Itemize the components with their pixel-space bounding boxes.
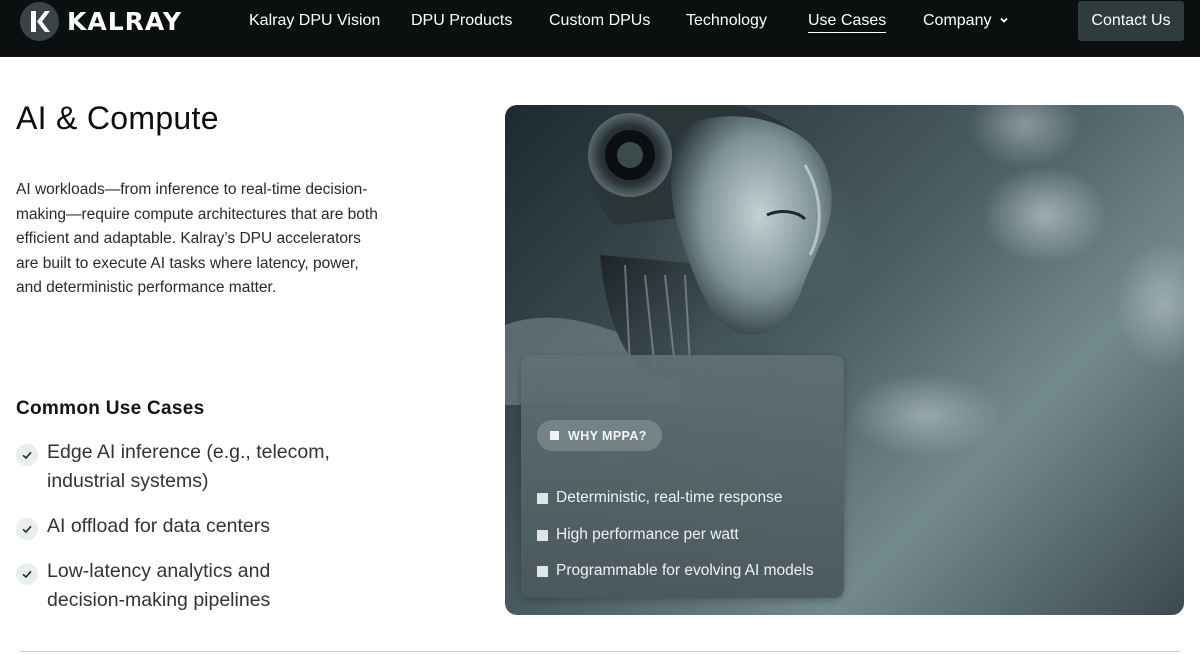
top-navigation: KALRAY Kalray DPU Vision DPU Products Cu… bbox=[0, 0, 1200, 57]
nav-link-company-label: Company bbox=[923, 12, 992, 30]
check-icon bbox=[16, 563, 38, 585]
why-mppa-label: WHY MPPA? bbox=[568, 428, 647, 443]
nav-link-dpu-products[interactable]: DPU Products bbox=[411, 11, 512, 31]
mppa-feature-text: High performance per watt bbox=[556, 526, 739, 543]
brand-name: KALRAY bbox=[67, 6, 182, 36]
use-cases-heading: Common Use Cases bbox=[16, 398, 205, 419]
nav-link-technology[interactable]: Technology bbox=[686, 11, 767, 31]
square-bullet-icon bbox=[537, 492, 548, 504]
intro-paragraph: AI workloads—from inference to real-time… bbox=[16, 181, 378, 296]
nav-link-custom-dpus[interactable]: Custom DPUs bbox=[549, 11, 650, 31]
use-case-item: AI offload for data centers bbox=[16, 512, 347, 541]
use-case-text: Low-latency analytics and decision-makin… bbox=[47, 560, 271, 611]
mppa-feature-text: Programmable for evolving AI models bbox=[556, 562, 814, 579]
kalray-logo[interactable]: KALRAY bbox=[20, 1, 182, 41]
square-bullet-icon bbox=[550, 431, 559, 440]
nav-link-use-cases[interactable]: Use Cases bbox=[808, 11, 887, 33]
section-divider bbox=[20, 651, 1180, 652]
chevron-down-icon bbox=[999, 11, 1009, 31]
check-icon bbox=[16, 518, 38, 540]
check-icon bbox=[16, 444, 38, 466]
mppa-feature: Deterministic, real-time response bbox=[537, 489, 783, 507]
nav-link-kalray-dpu-vision[interactable]: Kalray DPU Vision bbox=[249, 11, 380, 31]
mppa-feature-text: Deterministic, real-time response bbox=[556, 489, 783, 506]
why-mppa-card: WHY MPPA? Deterministic, real-time respo… bbox=[521, 355, 844, 598]
use-case-text: Edge AI inference (e.g., telecom, indust… bbox=[47, 441, 330, 492]
use-case-item: Low-latency analytics and decision-makin… bbox=[16, 557, 347, 614]
nav-link-company[interactable]: Company bbox=[923, 11, 1009, 31]
mppa-feature: Programmable for evolving AI models bbox=[537, 562, 814, 580]
square-bullet-icon bbox=[537, 529, 548, 541]
use-case-text: AI offload for data centers bbox=[47, 515, 270, 537]
page-title: AI & Compute bbox=[16, 100, 219, 136]
square-bullet-icon bbox=[537, 565, 548, 577]
hero-image-panel: WHY MPPA? Deterministic, real-time respo… bbox=[505, 105, 1184, 615]
kalray-k-logo-icon bbox=[20, 1, 59, 41]
why-mppa-badge: WHY MPPA? bbox=[537, 420, 662, 451]
mppa-feature: High performance per watt bbox=[537, 526, 739, 544]
use-case-item: Edge AI inference (e.g., telecom, indust… bbox=[16, 438, 347, 495]
contact-us-button[interactable]: Contact Us bbox=[1078, 1, 1184, 41]
